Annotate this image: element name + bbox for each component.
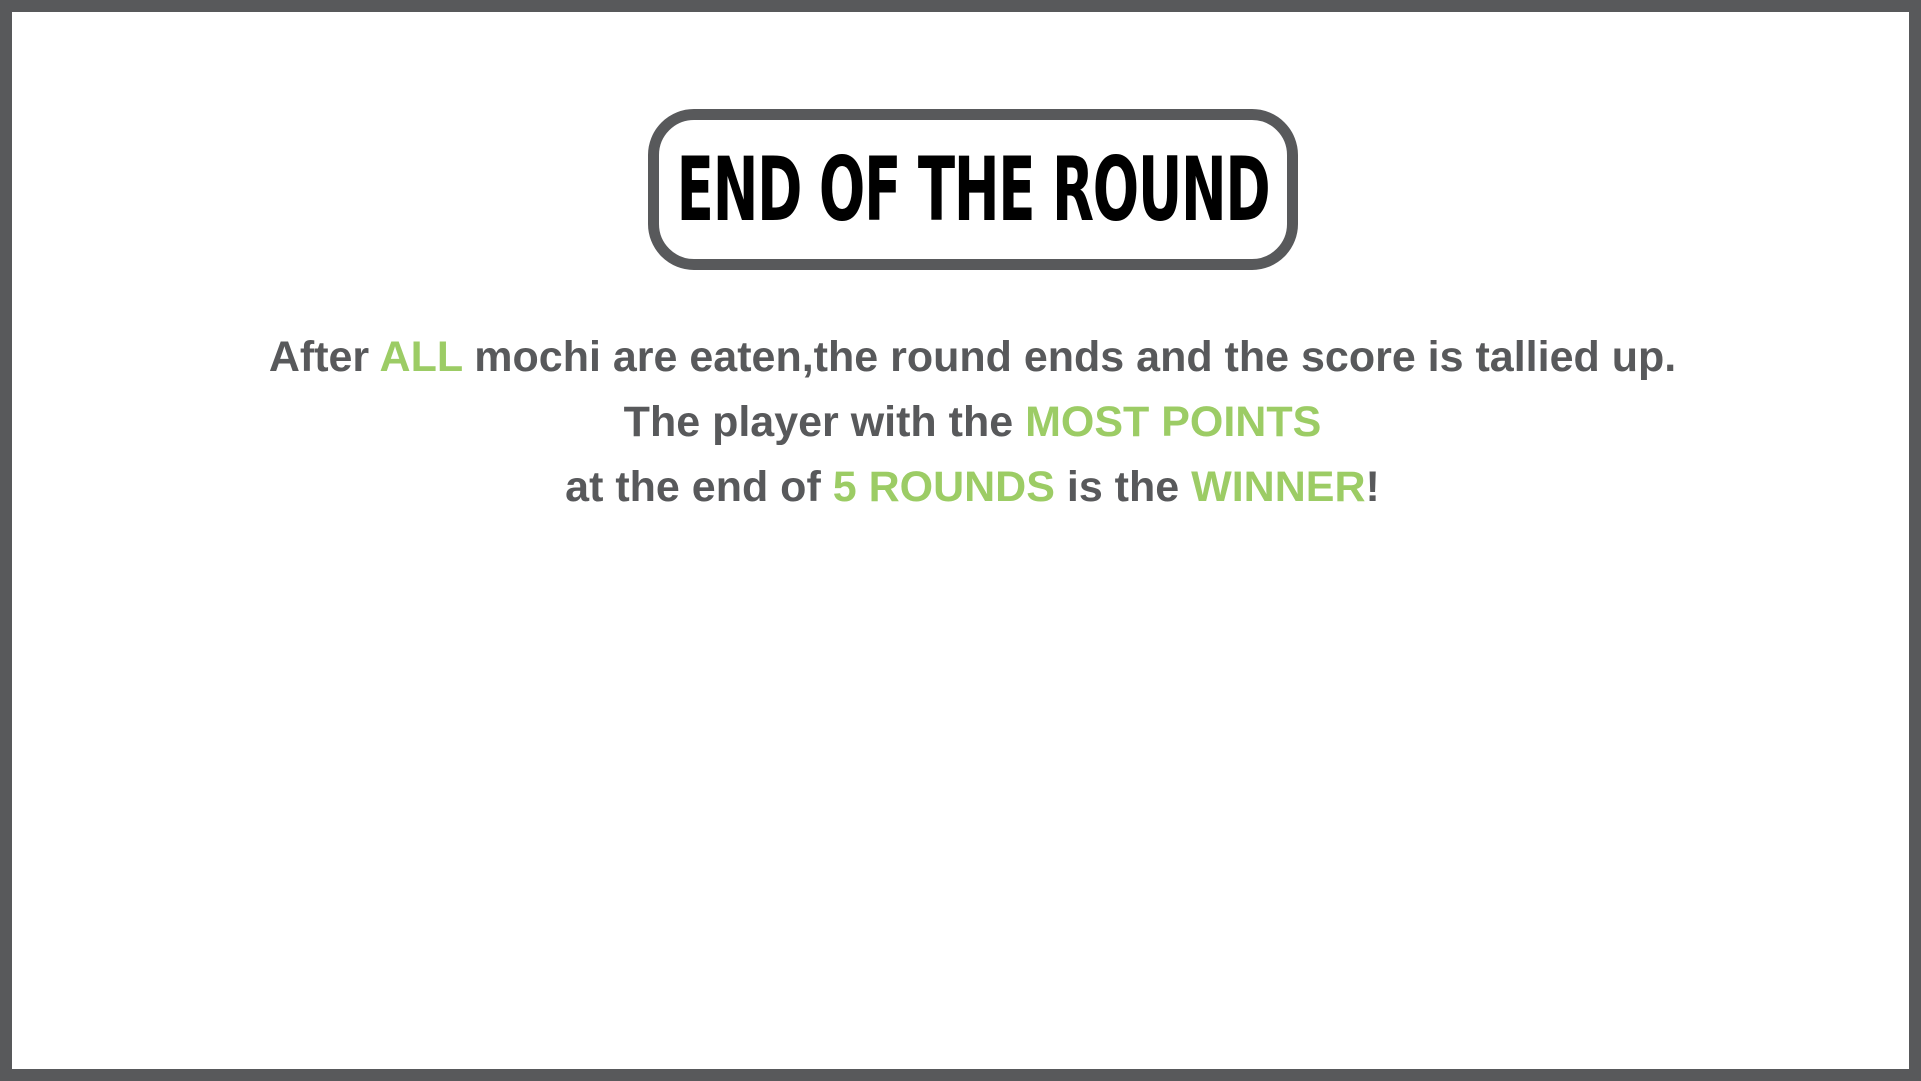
- rule-line-3-text-a: at the end of: [565, 463, 833, 511]
- slide-frame: END OF THE ROUND After ALL mochi are eat…: [0, 0, 1921, 1081]
- rule-line-3: at the end of 5 ROUNDS is the WINNER!: [12, 466, 1921, 509]
- rule-line-3-text-c: is the: [1054, 463, 1192, 511]
- rule-line-2: The player with the MOST POINTS: [12, 401, 1921, 444]
- page-title: END OF THE ROUND: [676, 137, 1271, 241]
- rule-line-3-text-e: !: [1365, 463, 1380, 511]
- title-banner: END OF THE ROUND: [648, 109, 1298, 270]
- rule-line-1: After ALL mochi are eaten,the round ends…: [12, 336, 1921, 379]
- rule-line-1-text-c: mochi are eaten,the round ends and the s…: [462, 333, 1677, 381]
- rule-line-3-highlight-rounds: 5 ROUNDS: [832, 463, 1055, 511]
- rule-line-2-text-a: The player with the: [623, 398, 1026, 446]
- rule-line-2-highlight-most-points: MOST POINTS: [1025, 398, 1322, 446]
- rule-line-1-text-a: After: [268, 333, 380, 381]
- rule-line-1-highlight-all: ALL: [379, 333, 463, 381]
- rule-line-3-highlight-winner: WINNER: [1191, 463, 1366, 511]
